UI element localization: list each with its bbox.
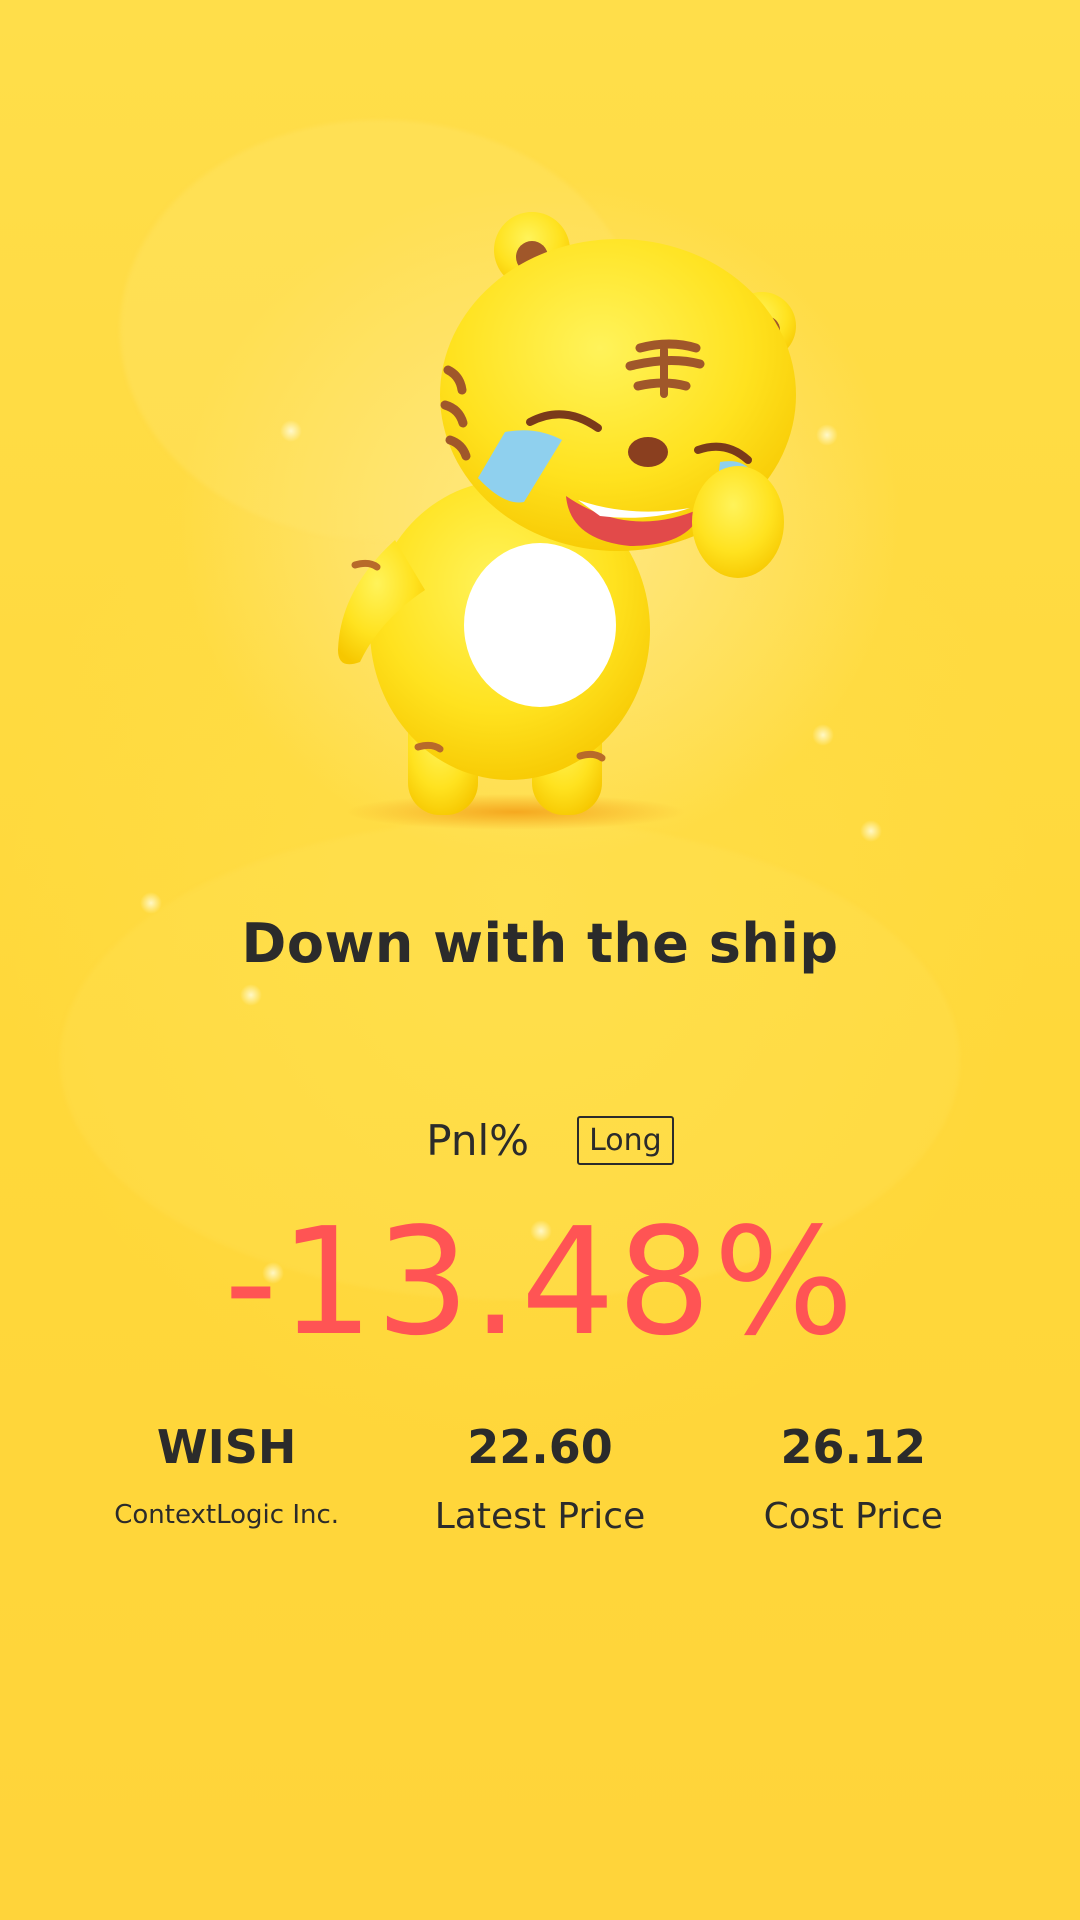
- direction-badge: Long: [577, 1116, 674, 1165]
- pnl-header: Pnl% Long: [0, 1116, 1080, 1165]
- latest-price-value: 22.60: [467, 1420, 613, 1474]
- cost-price-info: 26.12 Cost Price: [703, 1420, 1003, 1537]
- crying-tiger-mascot-icon: [338, 212, 796, 830]
- stats-row: WISH ContextLogic Inc. 22.60 Latest Pric…: [0, 1420, 1080, 1537]
- cost-price-label: Cost Price: [763, 1496, 943, 1537]
- sparkle: [812, 724, 834, 746]
- sparkle: [816, 424, 838, 446]
- latest-price-info: 22.60 Latest Price: [390, 1420, 690, 1537]
- sparkle: [280, 420, 302, 442]
- sparkle: [860, 820, 882, 842]
- sparkle: [140, 892, 162, 914]
- cost-price-value: 26.12: [780, 1420, 927, 1474]
- stock-symbol: WISH: [156, 1420, 297, 1474]
- latest-price-label: Latest Price: [434, 1496, 646, 1537]
- page-title: Down with the ship: [241, 912, 839, 975]
- company-name: ContextLogic Inc.: [114, 1500, 340, 1530]
- pnl-label: Pnl%: [426, 1116, 530, 1165]
- pnl-percentage: -13.48%: [224, 1196, 856, 1368]
- stock-info: WISH ContextLogic Inc.: [77, 1420, 377, 1537]
- sparkle: [240, 984, 262, 1006]
